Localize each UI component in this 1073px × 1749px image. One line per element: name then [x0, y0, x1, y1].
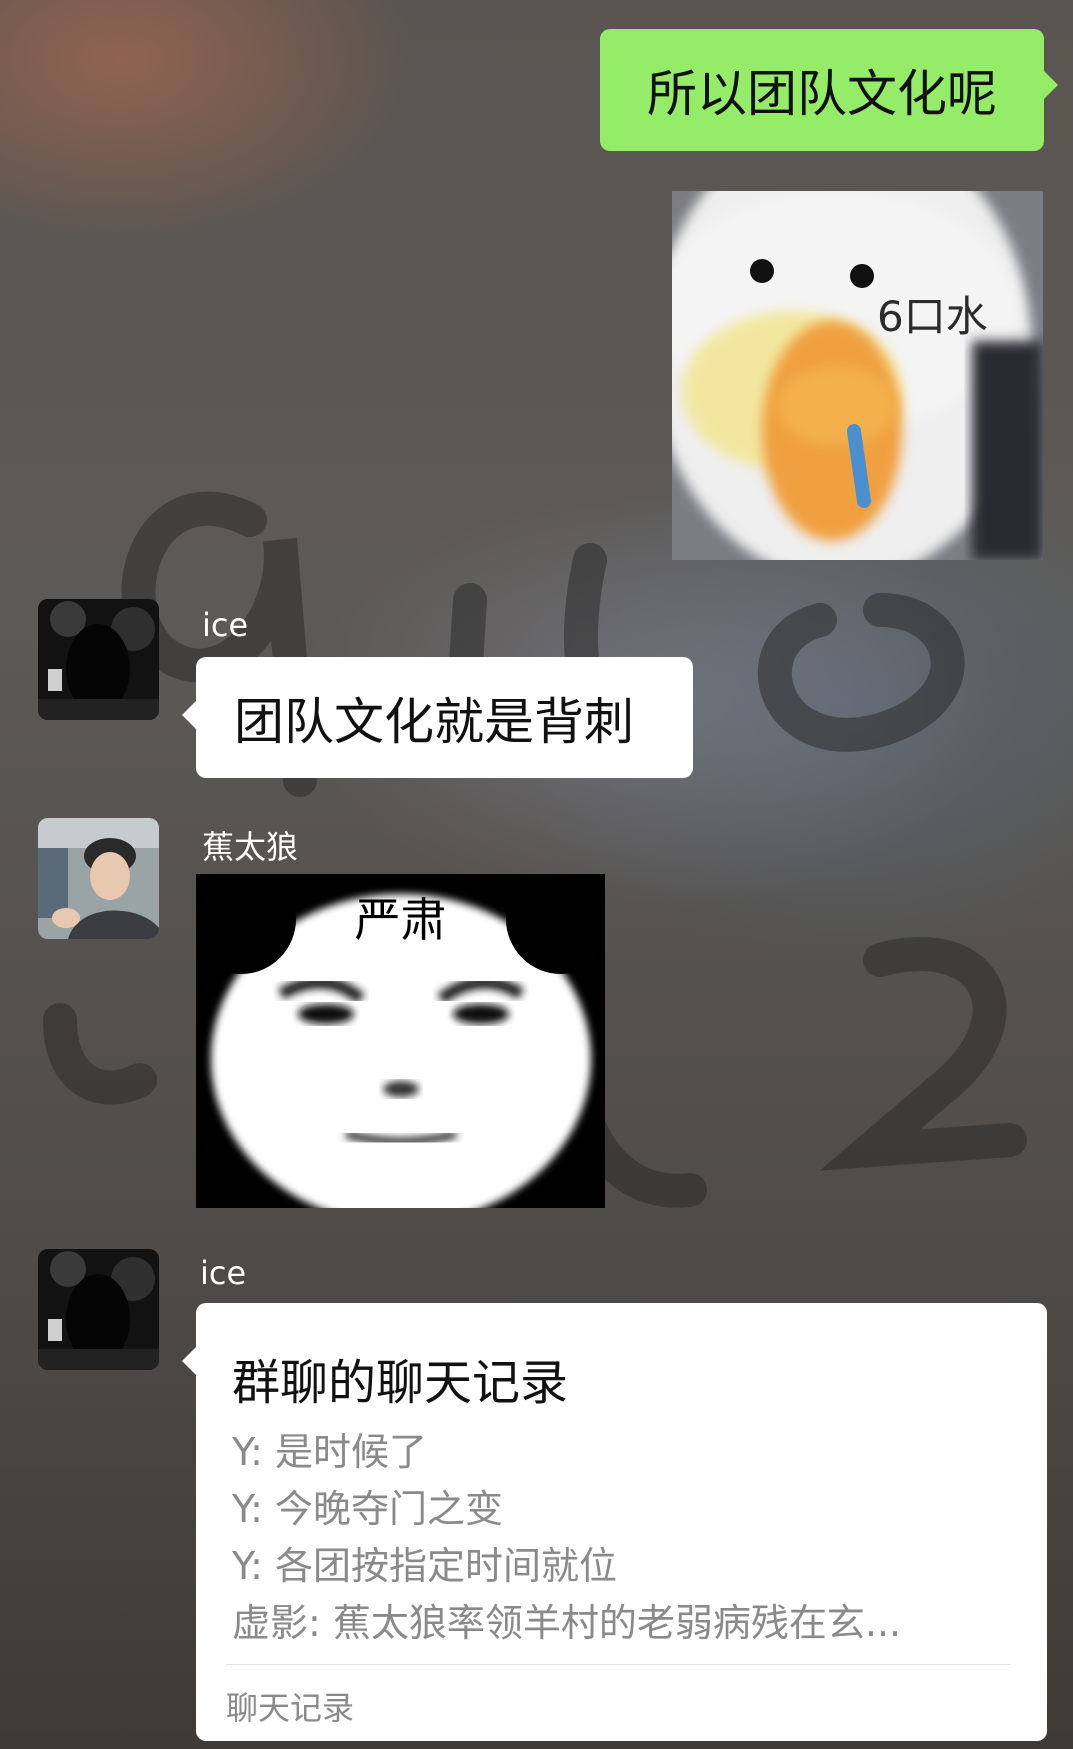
chat-record-line: Y: 是时候了 — [232, 1430, 428, 1474]
chat-record-line: Y: 今晚夺门之变 — [232, 1487, 504, 1531]
outgoing-message-bubble[interactable]: 所以团队文化呢 — [600, 29, 1058, 151]
avatar-ice[interactable] — [38, 1249, 159, 1370]
avatar-jiaotailang-image — [38, 818, 159, 939]
incoming-message-text: 团队文化就是背刺 — [234, 692, 634, 751]
duck-sticker-image — [652, 121, 1043, 581]
panda-sticker-caption: 严肃 — [354, 893, 447, 947]
sender-name-ice: ice — [200, 1254, 247, 1292]
chat-area: 所以团队文化呢 6口水 ice 团队文化就是背刺 蕉太狼 严肃 ice 群聊的聊… — [0, 0, 1073, 1749]
chat-record-divider — [226, 1664, 1011, 1665]
avatar-jiaotailang[interactable] — [38, 818, 159, 939]
chat-record-line: Y: 各团按指定时间就位 — [232, 1544, 618, 1588]
panda-sticker[interactable]: 严肃 — [186, 864, 616, 1224]
outgoing-message-text: 所以团队文化呢 — [647, 65, 997, 123]
duck-sticker-caption: 6口水 — [877, 292, 988, 341]
sender-name-jiaotailang: 蕉太狼 — [202, 828, 299, 866]
avatar-ice-image — [38, 1249, 159, 1370]
chat-record-card[interactable]: 群聊的聊天记录 Y: 是时候了 Y: 今晚夺门之变 Y: 各团按指定时间就位 虚… — [182, 1303, 1047, 1741]
chat-record-line: 虚影: 蕉太狼率领羊村的老弱病残在玄... — [232, 1601, 902, 1645]
avatar-ice-image — [38, 599, 159, 720]
incoming-message-bubble[interactable]: 团队文化就是背刺 — [182, 657, 693, 778]
chat-record-title: 群聊的聊天记录 — [232, 1355, 569, 1411]
avatar-ice[interactable] — [38, 599, 159, 720]
duck-sticker[interactable]: 6口水 — [652, 121, 1043, 581]
sender-name-ice: ice — [202, 606, 249, 644]
chat-record-footer: 聊天记录 — [226, 1689, 355, 1727]
